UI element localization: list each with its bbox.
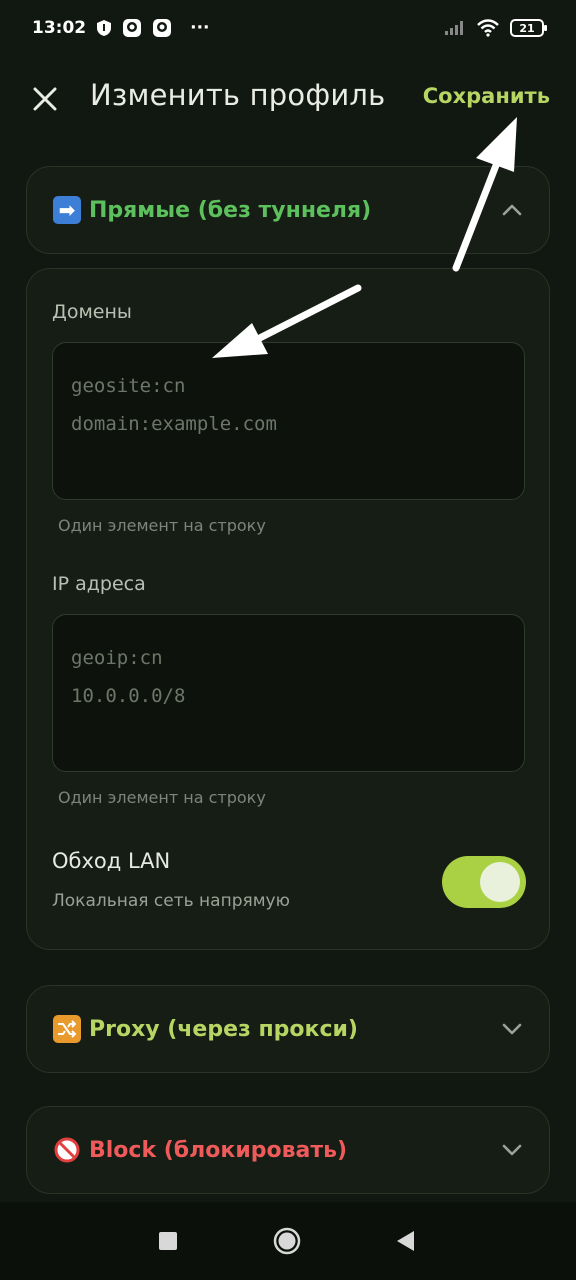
section-block-header[interactable]: Block (блокировать) [26,1106,550,1194]
system-nav-bar [0,1202,576,1280]
chevron-down-icon [501,1022,523,1036]
bypass-lan-title: Обход LAN [52,849,171,873]
more-notifications-icon: ··· [190,18,210,38]
no-entry-icon [53,1136,81,1164]
status-time: 13:02 [32,18,87,38]
shield-icon [96,19,112,37]
ip-label: IP адреса [52,573,146,595]
domains-label: Домены [52,301,132,323]
section-direct-header[interactable]: ➡ Прямые (без туннеля) [26,166,550,254]
battery-icon: 21 [510,19,547,37]
section-proxy-title: Proxy (через прокси) [89,1016,358,1042]
top-app-bar: Изменить профиль Сохранить [0,60,576,132]
section-block-title: Block (блокировать) [89,1137,348,1163]
page-title: Изменить профиль [90,78,386,112]
close-button[interactable] [28,82,62,116]
chevron-down-icon [501,1143,523,1157]
back-triangle-icon [397,1231,414,1251]
square-icon [159,1232,177,1250]
home-circle-icon [273,1227,301,1255]
home-button[interactable] [273,1227,301,1259]
chevron-up-icon [501,203,523,217]
wifi-icon [476,19,500,37]
bypass-lan-toggle[interactable] [442,856,526,908]
ip-input[interactable]: geoip:cn 10.0.0.0/8 [52,614,525,772]
domains-input[interactable]: geosite:cn domain:example.com [52,342,525,500]
toggle-knob [480,862,520,902]
section-direct-title: Прямые (без туннеля) [89,197,372,223]
domains-helper-text: Один элемент на строку [58,516,266,535]
recents-button[interactable] [159,1232,177,1254]
battery-level: 21 [519,21,535,35]
status-bar: 13:02 ··· 21 [0,0,576,56]
right-arrow-icon: ➡ [53,196,81,224]
section-direct-panel: Домены geosite:cn domain:example.com Оди… [26,268,550,950]
shuffle-icon [53,1015,81,1043]
notification-app-icon-2 [152,18,172,38]
signal-icon [444,20,466,36]
save-button[interactable]: Сохранить [423,84,550,108]
ip-helper-text: Один элемент на строку [58,788,266,807]
close-icon [33,87,57,111]
bypass-lan-subtitle: Локальная сеть напрямую [52,891,290,911]
section-proxy-header[interactable]: Proxy (через прокси) [26,985,550,1073]
back-button[interactable] [396,1231,414,1255]
notification-app-icon [122,18,142,38]
